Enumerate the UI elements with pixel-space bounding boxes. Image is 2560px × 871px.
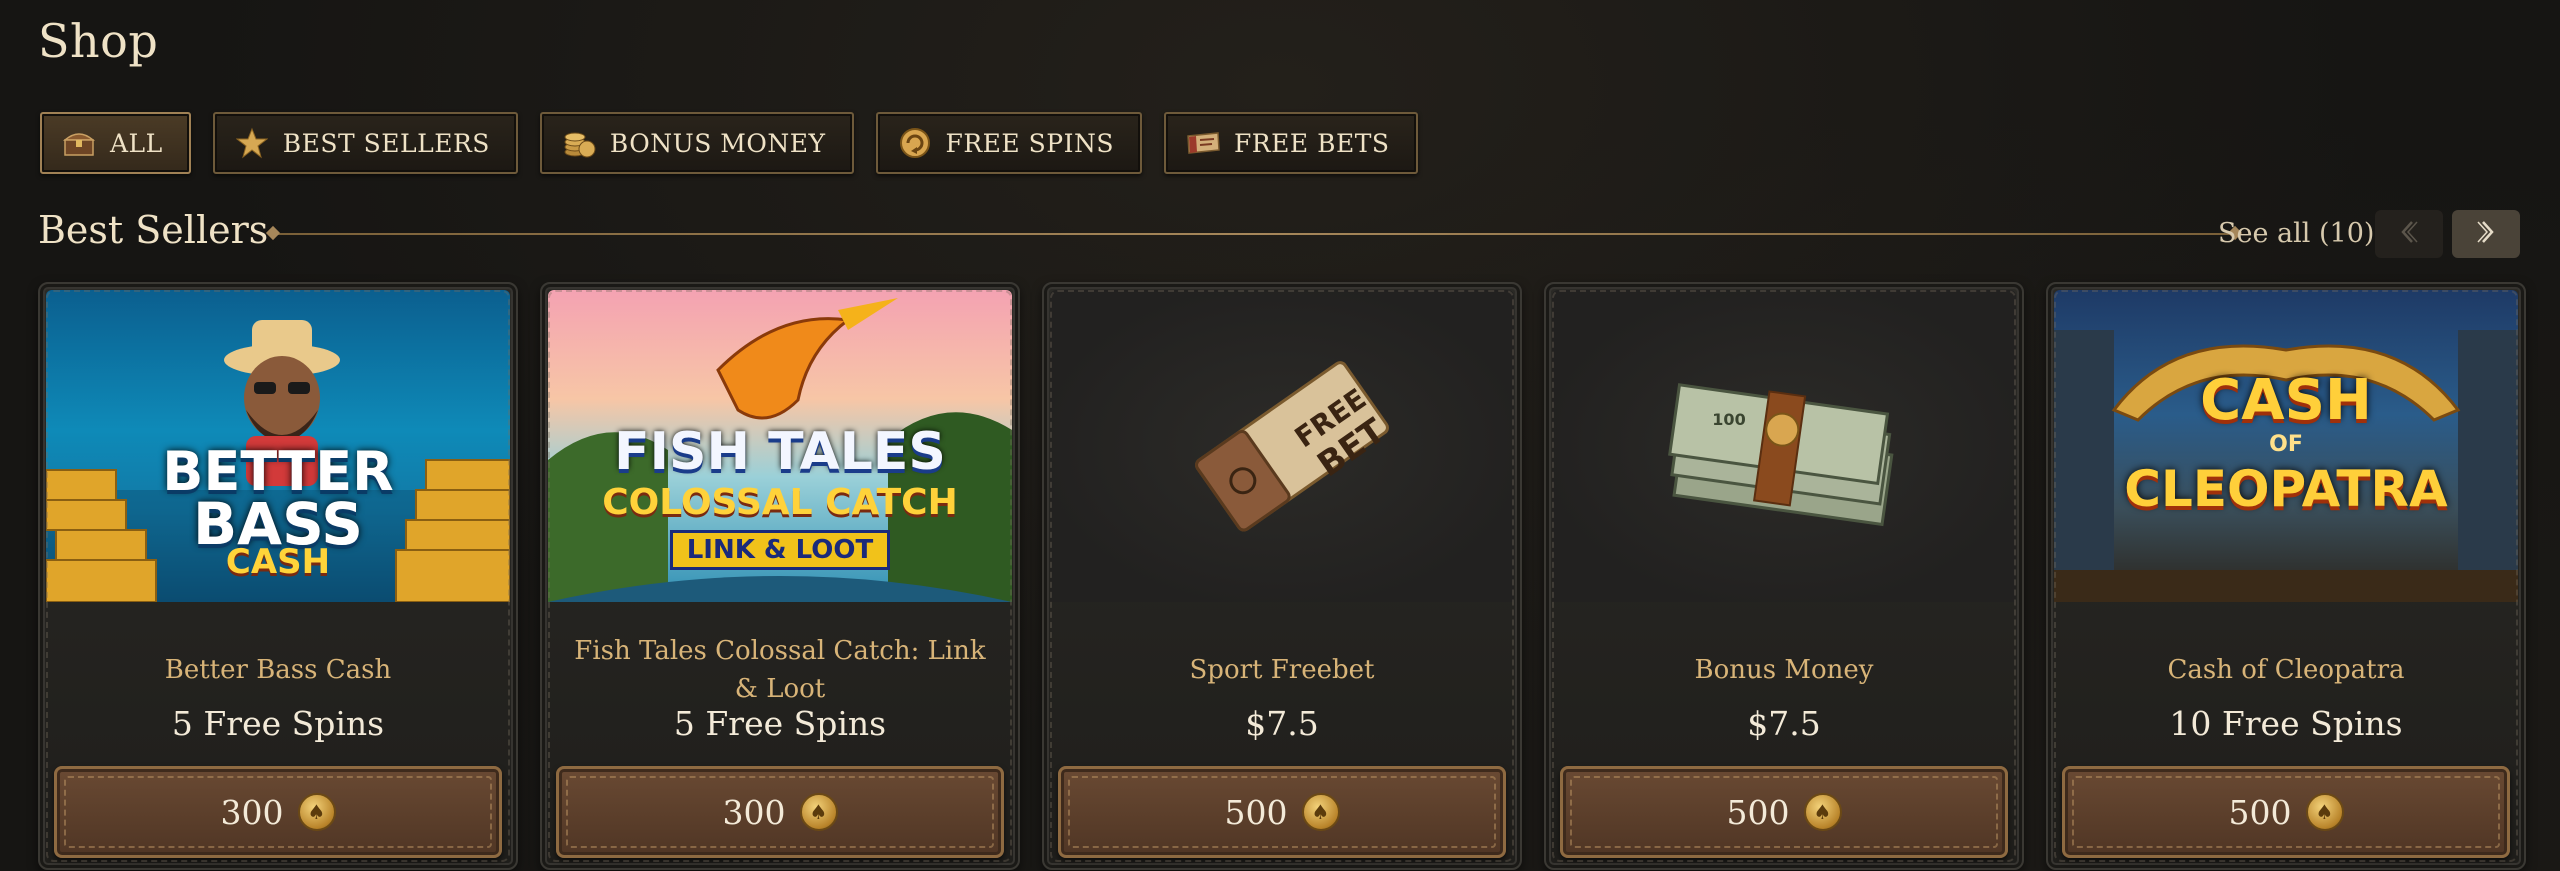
section-divider (274, 233, 2234, 235)
better-bass-cash-artwork: BETTER BASS CASH (46, 290, 510, 602)
product-card[interactable]: 100 Bonus Money $7.5 500 ♠ (1544, 282, 2024, 870)
ticket-icon (1186, 126, 1220, 160)
fish-tales-artwork: FISH TALES COLOSSAL CATCH LINK & LOOT (548, 290, 1012, 602)
star-icon (235, 126, 269, 160)
carousel-next-button[interactable] (2452, 210, 2520, 258)
card-name: Cash of Cleopatra (2167, 655, 2405, 685)
spade-coin-icon: ♠ (2305, 793, 2344, 831)
buy-button[interactable]: 300 ♠ (556, 766, 1004, 858)
price-label: 500 (1224, 792, 1288, 832)
spin-coin-icon (898, 126, 932, 160)
spade-coin-icon: ♠ (799, 793, 838, 831)
spade-coin-icon: ♠ (1301, 793, 1340, 831)
treasure-chest-icon (62, 126, 96, 160)
section-header: Best Sellers See all (10) (38, 208, 2522, 260)
spade-coin-icon: ♠ (297, 793, 336, 831)
card-value: 5 Free Spins (673, 704, 887, 743)
card-art-label: 100 (1712, 410, 1746, 429)
card-value: 5 Free Spins (171, 704, 385, 743)
buy-button[interactable]: 300 ♠ (54, 766, 502, 858)
product-card[interactable]: BETTER BASS CASH Better Bass Cash 5 Free… (38, 282, 518, 870)
filter-bar: ALL BEST SELLERS BONUS MONEY FREE SPINS … (40, 112, 1418, 174)
buy-button[interactable]: 500 ♠ (1058, 766, 1506, 858)
chevron-left-icon (2398, 219, 2420, 249)
filter-free-bets[interactable]: FREE BETS (1163, 112, 1418, 174)
card-name: Fish Tales Colossal Catch: Link & Loot (574, 636, 986, 704)
section-title: Best Sellers (38, 208, 269, 252)
card-art-title: CASH (225, 542, 331, 582)
filter-free-spins[interactable]: FREE SPINS (875, 112, 1142, 174)
card-art-title: OF (2269, 432, 2303, 457)
card-value: $7.5 (1747, 704, 1821, 743)
price-label: 300 (722, 792, 786, 832)
price-label: 500 (2228, 792, 2292, 832)
coins-icon (562, 126, 596, 160)
card-art-title: CLEOPATRA (2124, 460, 2448, 518)
filter-best-sellers[interactable]: BEST SELLERS (212, 112, 518, 174)
price-label: 300 (220, 792, 284, 832)
card-art-title: FISH TALES (614, 422, 946, 482)
page-title: Shop (38, 14, 159, 68)
spade-coin-icon: ♠ (1803, 793, 1842, 831)
product-card[interactable]: CASH OF CLEOPATRA Cash of Cleopatra 10 F… (2046, 282, 2526, 870)
card-value: 10 Free Spins (2169, 704, 2403, 743)
cash-of-cleopatra-artwork: CASH OF CLEOPATRA (2054, 290, 2518, 602)
product-card[interactable]: FISH TALES COLOSSAL CATCH LINK & LOOT Fi… (540, 282, 1020, 870)
buy-button[interactable]: 500 ♠ (2062, 766, 2510, 858)
filter-label: FREE SPINS (945, 128, 1114, 158)
buy-button[interactable]: 500 ♠ (1560, 766, 2008, 858)
carousel-prev-button[interactable] (2375, 210, 2443, 258)
product-card[interactable]: FREE BET Sport Freebet $7.5 500 ♠ (1042, 282, 1522, 870)
bonus-money-artwork: 100 (1552, 290, 2016, 602)
filter-label: ALL (110, 128, 163, 158)
filter-bonus-money[interactable]: BONUS MONEY (539, 112, 854, 174)
card-name: Better Bass Cash (164, 655, 392, 685)
card-art-title: COLOSSAL CATCH (602, 482, 958, 523)
card-name: Bonus Money (1694, 655, 1874, 685)
card-art-title: CASH (2200, 368, 2372, 433)
filter-all[interactable]: ALL (40, 112, 191, 174)
see-all-link[interactable]: See all (10) (2218, 218, 2374, 249)
filter-label: BONUS MONEY (609, 128, 826, 158)
best-sellers-carousel: BETTER BASS CASH Better Bass Cash 5 Free… (38, 282, 2526, 870)
sport-freebet-artwork: FREE BET (1050, 290, 1514, 602)
filter-label: FREE BETS (1233, 128, 1390, 158)
price-label: 500 (1726, 792, 1790, 832)
card-value: $7.5 (1245, 704, 1319, 743)
card-name: Sport Freebet (1189, 655, 1375, 685)
chevron-right-icon (2475, 219, 2497, 249)
card-art-title: LINK & LOOT (548, 530, 1012, 570)
filter-label: BEST SELLERS (282, 128, 490, 158)
